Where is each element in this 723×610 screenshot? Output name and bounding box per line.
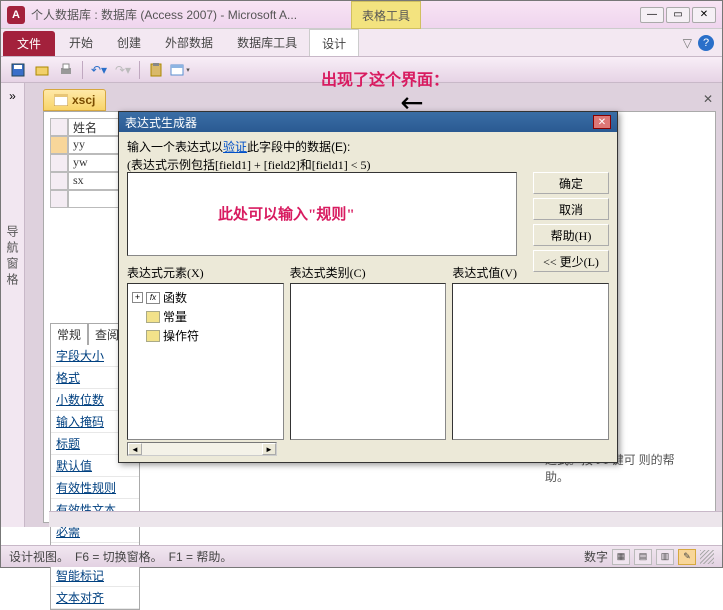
status-bar: 设计视图。 F6 = 切换窗格。 F1 = 帮助。 数字 ▦ ▤ ▥ ✎ xyxy=(1,545,722,567)
paste-icon[interactable] xyxy=(145,60,167,80)
status-text: 设计视图。 F6 = 切换窗格。 F1 = 帮助。 xyxy=(9,548,232,565)
help-icon[interactable]: ? xyxy=(698,35,714,51)
tab-create[interactable]: 创建 xyxy=(105,29,153,56)
expression-input[interactable]: 此处可以输入"规则" xyxy=(127,172,517,256)
tab-home[interactable]: 开始 xyxy=(57,29,105,56)
view-icon[interactable]: ▾ xyxy=(169,60,191,80)
tree-operators[interactable]: 操作符 xyxy=(146,326,279,345)
view-pivot-icon[interactable]: ▤ xyxy=(634,549,652,565)
horizontal-scrollbar[interactable] xyxy=(49,511,722,527)
elements-tree[interactable]: +fx函数 常量 操作符 xyxy=(127,283,284,440)
resize-grip[interactable] xyxy=(700,550,714,564)
dialog-prompt: 输入一个表达式以验证此字段中的数据(E): xyxy=(127,138,609,155)
quick-print-icon[interactable] xyxy=(55,60,77,80)
ok-button[interactable]: 确定 xyxy=(533,172,609,194)
dialog-close-button[interactable]: ✕ xyxy=(593,115,611,129)
categories-list[interactable] xyxy=(290,283,447,440)
values-list[interactable] xyxy=(452,283,609,440)
app-icon: A xyxy=(7,6,25,24)
undo-icon[interactable]: ↶▾ xyxy=(88,60,110,80)
validate-link[interactable]: 验证 xyxy=(223,140,247,154)
cancel-button[interactable]: 取消 xyxy=(533,198,609,220)
file-tab[interactable]: 文件 xyxy=(3,31,55,56)
object-tab-label: xscj xyxy=(72,93,95,107)
ribbon-minimize-icon[interactable]: ▽ xyxy=(683,36,692,50)
save-icon[interactable] xyxy=(7,60,29,80)
close-button[interactable]: ✕ xyxy=(692,7,716,23)
tab-design[interactable]: 设计 xyxy=(309,29,359,56)
annotation-expr: 此处可以输入"规则" xyxy=(218,203,355,224)
dialog-hint: (表达式示例包括[field1] + [field2]和[field1] < 5… xyxy=(127,156,609,173)
window-title: 个人数据库 : 数据库 (Access 2007) - Microsoft A.… xyxy=(31,6,640,23)
tree-functions[interactable]: +fx函数 xyxy=(132,288,279,307)
annotation-top: 出现了这个界面： xyxy=(321,66,449,90)
categories-label: 表达式类别(C) xyxy=(290,264,447,281)
minimize-button[interactable]: ― xyxy=(640,7,664,23)
prop-tab-general[interactable]: 常规 xyxy=(50,323,88,345)
values-label: 表达式值(V) xyxy=(452,264,609,281)
status-mode: 数字 xyxy=(584,548,608,565)
nav-pane-toggle[interactable]: » xyxy=(4,87,22,105)
object-tab-xscj[interactable]: xscj xyxy=(43,89,106,111)
object-close-icon[interactable]: ✕ xyxy=(700,91,716,107)
nav-pane-label: 导航窗格 xyxy=(4,225,21,289)
help-button[interactable]: 帮助(H) xyxy=(533,224,609,246)
nav-pane-collapsed: » 导航窗格 xyxy=(1,83,25,527)
redo-icon[interactable]: ↷▾ xyxy=(112,60,134,80)
view-chart-icon[interactable]: ▥ xyxy=(656,549,674,565)
ribbon-tabs: 文件 开始 创建 外部数据 数据库工具 设计 ▽ ? xyxy=(1,29,722,57)
dialog-title: 表达式生成器 xyxy=(125,114,197,131)
dialog-hscrollbar[interactable]: ◄► xyxy=(127,442,277,456)
maximize-button[interactable]: ▭ xyxy=(666,7,690,23)
view-design-icon[interactable]: ✎ xyxy=(678,549,696,565)
expression-builder-dialog: 表达式生成器 ✕ 输入一个表达式以验证此字段中的数据(E): (表达式示例包括[… xyxy=(118,111,618,463)
open-icon[interactable] xyxy=(31,60,53,80)
elements-label: 表达式元素(X) xyxy=(127,264,284,281)
prop-smart-tags[interactable]: 智能标记 xyxy=(51,565,139,587)
tree-constants[interactable]: 常量 xyxy=(146,307,279,326)
tab-db-tools[interactable]: 数据库工具 xyxy=(225,29,309,56)
tab-external-data[interactable]: 外部数据 xyxy=(153,29,225,56)
view-datasheet-icon[interactable]: ▦ xyxy=(612,549,630,565)
contextual-tab-label: 表格工具 xyxy=(351,1,421,29)
prop-validation-rule[interactable]: 有效性规则 xyxy=(51,477,139,499)
dialog-titlebar[interactable]: 表达式生成器 ✕ xyxy=(119,112,617,132)
prop-text-align[interactable]: 文本对齐 xyxy=(51,587,139,609)
